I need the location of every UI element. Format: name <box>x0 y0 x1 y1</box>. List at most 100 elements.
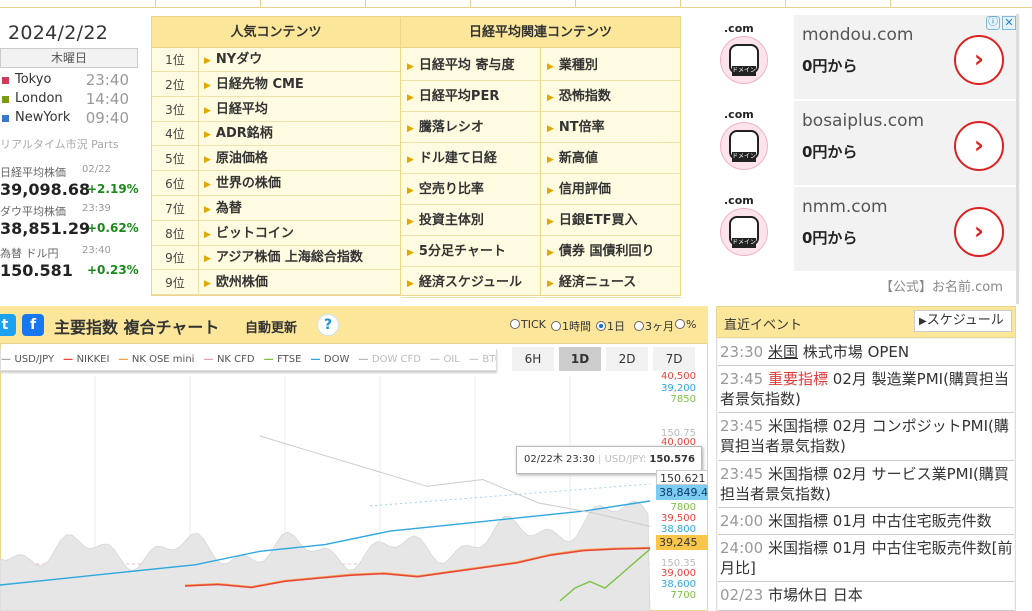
range-7d-button[interactable]: 7D <box>653 347 695 371</box>
nikkei-link-label: 業種別 <box>558 58 598 73</box>
nikkei-link[interactable]: ▶ 業種別 <box>541 51 681 81</box>
chevron-right-icon[interactable]: › <box>954 35 1004 85</box>
help-icon[interactable]: ? <box>317 314 339 336</box>
nikkei-link[interactable]: ▶ 日経平均PER <box>401 82 540 112</box>
event-item[interactable]: 23:45 米国指標 02月 サービス業PMI(購買担当者景気指数) <box>718 461 1014 508</box>
legend-item[interactable]: — NIKKEI <box>63 349 110 370</box>
nikkei-link[interactable]: ▶ 信用評価 <box>541 175 681 205</box>
nikkei-heading: 日経平均関連コンテンツ <box>401 17 680 48</box>
event-item[interactable]: 23:45 重要指標 02月 製造業PMI(購買担当者景気指数) <box>718 366 1014 413</box>
event-item[interactable]: 23:30 米国 株式市場 OPEN <box>718 339 1014 366</box>
popular-link-label: アジア株価 上海総合指数 <box>215 250 363 266</box>
twitter-icon[interactable]: t <box>0 314 16 336</box>
popular-link[interactable]: ▶ アジア株価 上海総合指数 <box>198 246 400 271</box>
arrow-right-icon: ▶ <box>547 155 554 165</box>
chevron-right-icon[interactable]: › <box>954 207 1004 257</box>
event-time: 23:45 <box>720 370 764 388</box>
legend-item[interactable]: — DOW <box>310 349 349 370</box>
popular-rank: 3位 <box>152 98 198 122</box>
radio-tick[interactable]: TICK <box>510 318 546 331</box>
nikkei-link[interactable]: ▶ 経済ニュース <box>541 268 681 298</box>
nikkei-link[interactable]: ▶ NT倍率 <box>541 113 681 143</box>
legend-label: USD/JPY <box>14 354 55 365</box>
chart-plot-area[interactable] <box>0 376 708 611</box>
nikkei-link[interactable]: ▶ 日銀ETF買入 <box>541 206 681 236</box>
legend-item[interactable]: — FTSE <box>264 349 302 370</box>
legend-item[interactable]: — OIL <box>430 349 460 370</box>
nikkei-link[interactable]: ▶ ドル建て日経 <box>401 144 540 174</box>
event-item[interactable]: 24:00 米国指標 01月 中古住宅販売件数[前月比] <box>718 535 1014 582</box>
legend-item[interactable]: — USD/JPY <box>1 349 55 370</box>
radio-1hour[interactable]: 1時間 <box>551 318 591 334</box>
arrow-right-icon: ▶ <box>547 93 554 103</box>
nikkei-link-label: 投資主体別 <box>418 213 484 228</box>
popular-link-label: 世界の株価 <box>215 176 281 191</box>
event-time: 23:45 <box>720 465 764 483</box>
nikkei-link[interactable]: ▶ 恐怖指数 <box>541 82 681 112</box>
popular-link[interactable]: ▶ 欧州株価 <box>198 271 400 296</box>
ad-close-icon[interactable]: ✕ <box>1002 16 1016 30</box>
quote-time: 23:40 <box>82 245 111 256</box>
arrow-right-icon: ▶ <box>204 155 211 166</box>
realtime-parts-link[interactable]: リアルタイム市況 Parts <box>0 136 119 152</box>
ad-info-icon[interactable]: ⓘ <box>986 16 1000 30</box>
quote-label: 日経平均株価 <box>0 166 66 179</box>
legend-item[interactable]: — BTC/JPY <box>469 349 496 370</box>
radio-1day[interactable]: 1日 <box>596 318 625 334</box>
quote-time: 02/22 <box>82 164 111 175</box>
legend-item[interactable]: — NK CFD <box>203 349 254 370</box>
event-item[interactable]: 02/23 市場休日 日本 <box>718 582 1014 611</box>
domain-mascot-icon[interactable]: .com ドメイン <box>716 22 774 84</box>
legend-label: NIKKEI <box>76 354 110 365</box>
schedule-link[interactable]: ▶スケジュール <box>914 310 1012 332</box>
y-axis-tick-label: 39,000 <box>661 568 696 579</box>
quote-time: 23:39 <box>82 203 111 214</box>
nikkei-link[interactable]: ▶ 経済スケジュール <box>401 268 540 298</box>
nikkei-link[interactable]: ▶ 空売り比率 <box>401 175 540 205</box>
nikkei-link[interactable]: ▶ 騰落レシオ <box>401 113 540 143</box>
arrow-right-icon: ▶ <box>547 124 554 134</box>
ad-card[interactable]: bosaiplus.com 0円から › <box>794 101 1020 185</box>
popular-link[interactable]: ▶ 日経平均 <box>198 98 400 122</box>
popular-link[interactable]: ▶ 為替 <box>198 197 400 221</box>
arrow-right-icon: ▶ <box>204 80 211 91</box>
popular-link[interactable]: ▶ 原油価格 <box>198 147 400 172</box>
arrow-right-icon: ▶ <box>204 229 211 240</box>
domain-mascot-icon[interactable]: .com ドメイン <box>716 108 774 170</box>
ad-card[interactable]: nmm.com 0円から › <box>794 187 1020 271</box>
nikkei-link[interactable]: ▶ 新高値 <box>541 144 681 174</box>
legend-item[interactable]: — DOW CFD <box>358 349 421 370</box>
range-2d-button[interactable]: 2D <box>606 347 648 371</box>
facebook-icon[interactable]: f <box>22 314 44 336</box>
popular-link[interactable]: ▶ 日経先物 CME <box>198 73 400 97</box>
arrow-right-icon: ▶ <box>407 279 414 289</box>
popular-link[interactable]: ▶ NYダウ <box>198 48 400 72</box>
chart-title: 主要指数 複合チャート <box>54 318 220 337</box>
legend-item[interactable]: — NK OSE mini <box>118 349 194 370</box>
popular-link[interactable]: ▶ ADR銘柄 <box>198 122 400 147</box>
nikkei-link[interactable]: ▶ 5分足チャート <box>401 237 540 267</box>
scrollbar[interactable] <box>1016 14 1019 304</box>
nikkei-link[interactable]: ▶ 投資主体別 <box>401 206 540 236</box>
quote-change: +2.19% <box>87 182 139 196</box>
nikkei-link[interactable]: ▶ 債券 国債利回り <box>541 237 681 267</box>
chevron-right-icon[interactable]: › <box>954 121 1004 171</box>
radio-percent[interactable]: % <box>675 318 696 331</box>
event-item[interactable]: 24:00 米国指標 01月 中古住宅販売件数 <box>718 508 1014 535</box>
events-title: 直近イベント <box>724 318 803 333</box>
tooltip-value: 150.576 <box>649 454 695 465</box>
radio-3month[interactable]: 3ヶ月 <box>634 318 674 334</box>
domain-mascot-icon[interactable]: .com ドメイン <box>716 194 774 256</box>
popular-link[interactable]: ▶ 世界の株価 <box>198 172 400 196</box>
y-axis-tick-label: 7800 <box>670 502 696 513</box>
range-6h-button[interactable]: 6H <box>512 347 554 371</box>
quote-value: 150.581 <box>0 261 73 280</box>
popular-rank: 4位 <box>152 122 198 147</box>
popular-rank: 9位 <box>152 271 198 296</box>
clock-newyork: NewYork 09:40 <box>0 109 135 128</box>
range-1d-button[interactable]: 1D <box>559 347 601 371</box>
event-item[interactable]: 23:45 米国指標 02月 コンポジットPMI(購買担当者景気指数) <box>718 413 1014 461</box>
popular-link[interactable]: ▶ ビットコイン <box>198 222 400 246</box>
ad-footer-link[interactable]: 【公式】お名前.com <box>880 276 1003 295</box>
nikkei-link[interactable]: ▶ 日経平均 寄与度 <box>401 51 540 81</box>
